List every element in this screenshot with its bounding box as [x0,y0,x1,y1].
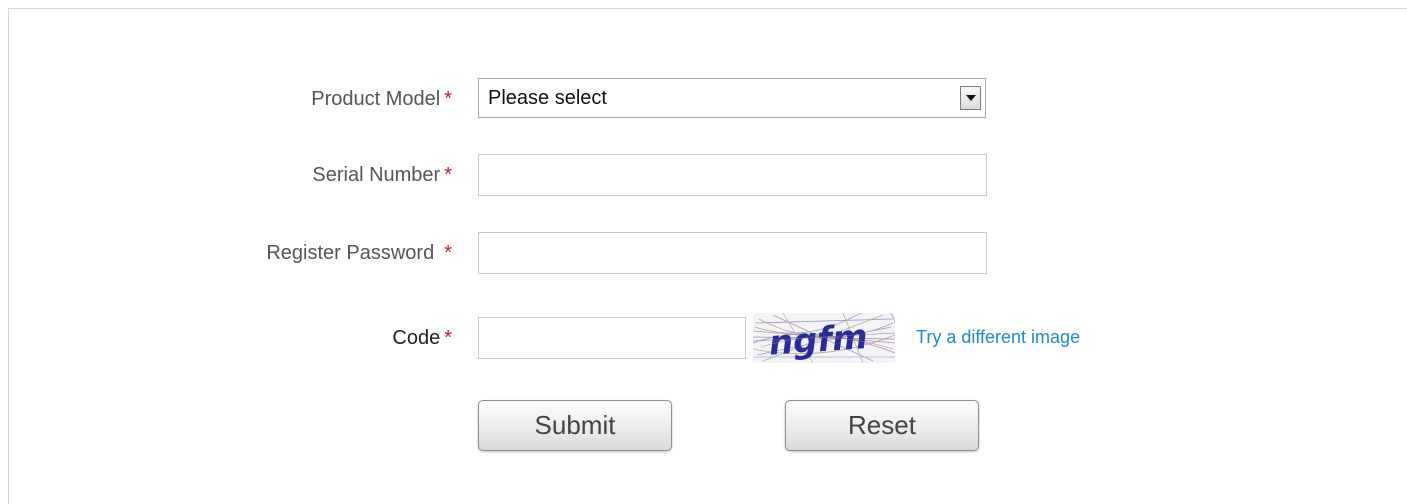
serial-number-row: Serial Number * [9,154,1407,196]
code-label: Code * [392,317,452,359]
product-model-label: Product Model * [311,78,452,120]
dropdown-button[interactable] [960,86,981,110]
product-model-label-text: Product Model [311,88,441,110]
register-password-input[interactable] [478,232,987,274]
required-marker: * [444,327,452,349]
reset-button[interactable]: Reset [785,400,979,451]
chevron-down-icon [966,95,976,101]
serial-number-label-text: Serial Number [312,164,441,186]
register-password-label-text: Register Password [266,242,435,264]
product-model-selected-value: Please select [488,87,607,109]
serial-number-input[interactable] [478,154,987,196]
register-password-row: Register Password * [9,232,1407,274]
form-actions: Submit Reset [9,400,1407,452]
product-model-select[interactable]: Please select [478,78,986,118]
register-password-label: Register Password * [266,232,452,274]
required-marker: * [444,164,452,186]
submit-button[interactable]: Submit [478,400,672,451]
code-row: Code * ngfm Try a different image [9,313,1407,363]
code-input[interactable] [478,317,746,359]
code-label-text: Code [392,327,441,349]
required-marker: * [444,88,452,110]
serial-number-label: Serial Number * [312,154,452,196]
registration-form-panel: Product Model * Please select Serial Numb… [8,8,1407,504]
try-different-image-link[interactable]: Try a different image [916,317,1080,357]
required-marker: * [444,242,452,264]
product-model-row: Product Model * Please select [9,78,1407,120]
captcha-image: ngfm [753,313,895,363]
